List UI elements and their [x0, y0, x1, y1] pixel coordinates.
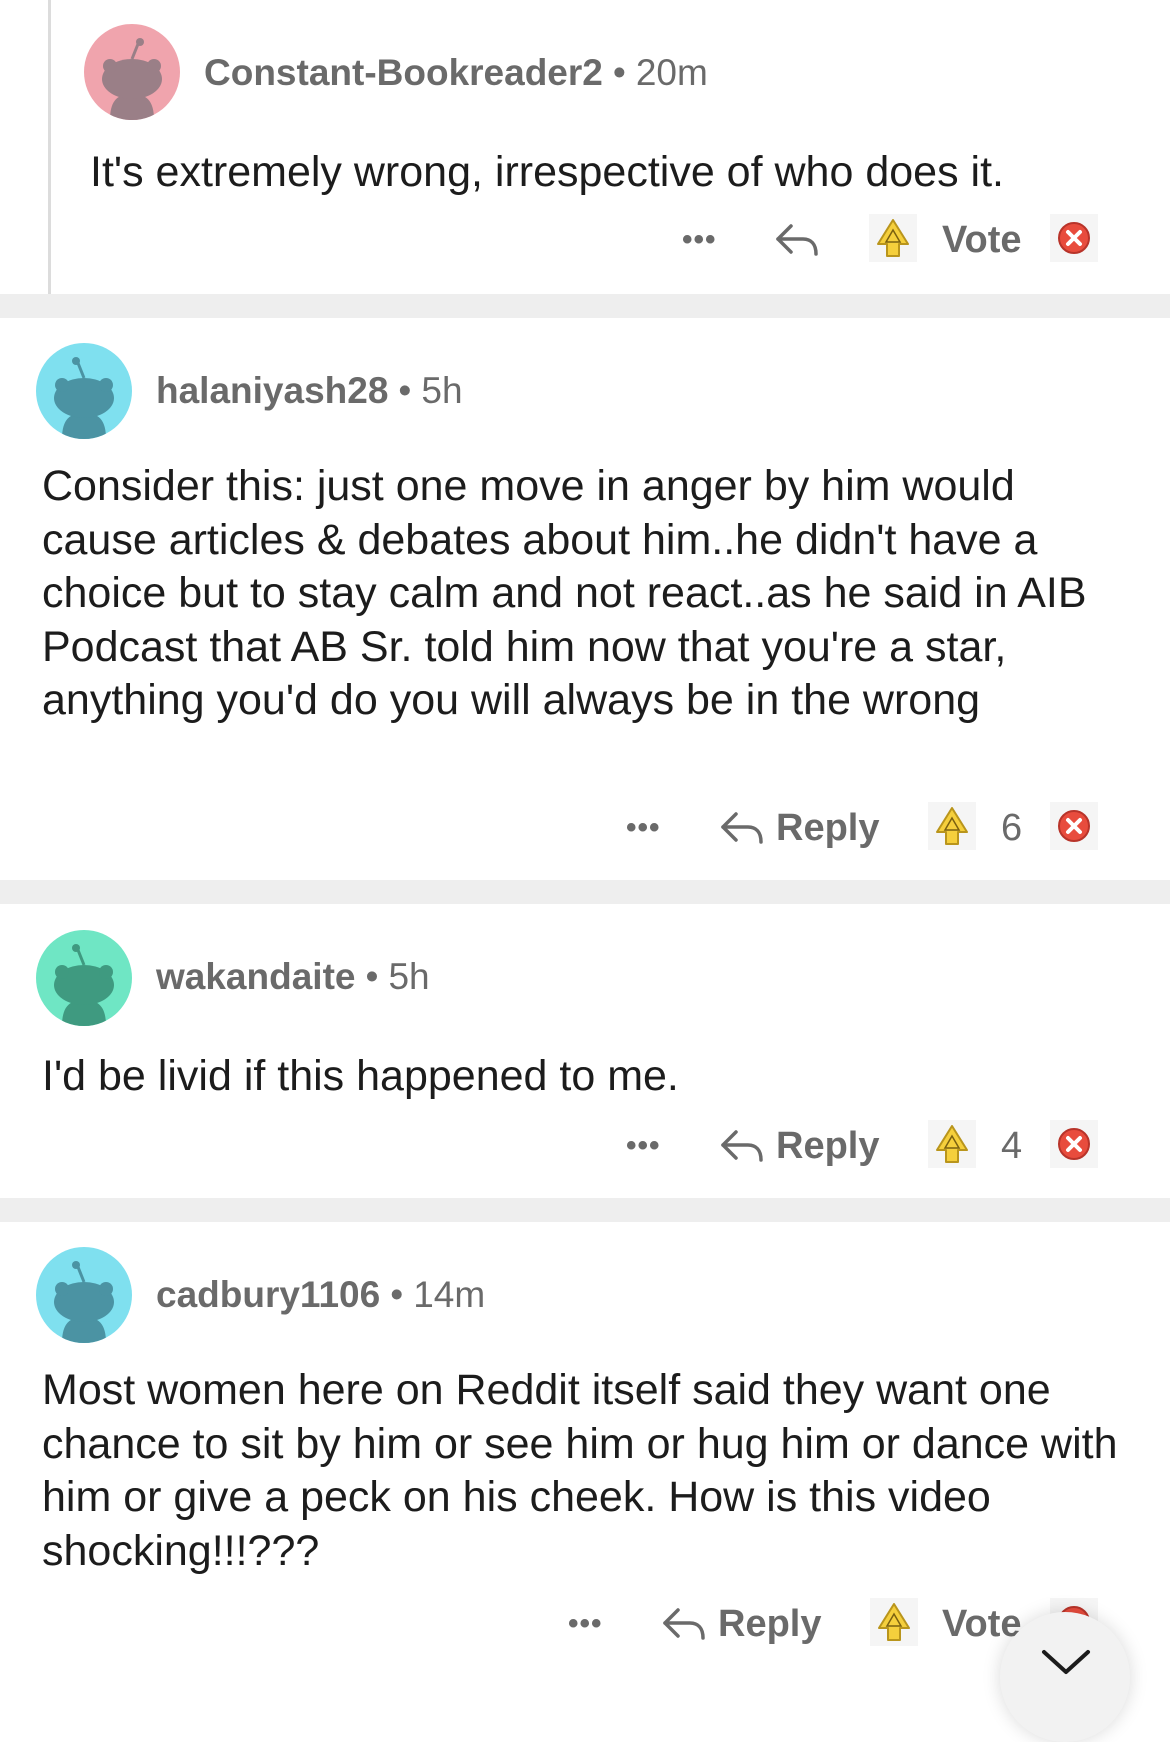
comment-body: Consider this: just one move in anger by… — [42, 462, 1087, 724]
comment-actions: ••• Reply Vote — [0, 1596, 1170, 1652]
more-options-button[interactable]: ••• — [568, 1596, 603, 1652]
upvote-icon — [936, 1125, 968, 1163]
comment-divider — [0, 294, 1170, 318]
upvote-icon — [936, 807, 968, 845]
comment-meta: Constant-Bookreader2 • 20m — [204, 52, 708, 94]
snoo-avatar-icon — [36, 1247, 132, 1343]
comment-body: I'd be livid if this happened to me. — [42, 1052, 679, 1100]
meta-separator: • — [365, 956, 379, 997]
more-options-button[interactable]: ••• — [626, 800, 661, 856]
downvote-icon — [1058, 1128, 1090, 1160]
upvote-icon — [878, 1603, 910, 1641]
reply-button[interactable]: Reply — [660, 1596, 821, 1652]
comment-card: wakandaite • 5h I'd be livid if this happe… — [0, 904, 1170, 1198]
comment-body: Most women here on Reddit itself said th… — [42, 1366, 1118, 1575]
comment-actions: ••• Reply 4 — [0, 1118, 1170, 1174]
snoo-avatar-icon — [36, 343, 132, 439]
comment-actions: ••• Vote — [0, 212, 1170, 268]
comment-meta: wakandaite • 5h — [156, 956, 430, 998]
reply-label: Reply — [776, 806, 880, 849]
username[interactable]: halaniyash28 — [156, 370, 388, 411]
username[interactable]: Constant-Bookreader2 — [204, 52, 603, 93]
snoo-avatar-icon — [84, 24, 180, 120]
more-options-button[interactable]: ••• — [626, 1118, 661, 1174]
upvote-button[interactable] — [870, 1598, 918, 1646]
timestamp: 5h — [421, 370, 463, 411]
reply-arrow-icon — [721, 812, 763, 844]
comment-divider — [0, 880, 1170, 904]
comment-card: halaniyash28 • 5h Consider this: just one … — [0, 318, 1170, 880]
more-options-button[interactable]: ••• — [682, 212, 717, 268]
username[interactable]: wakandaite — [156, 956, 355, 997]
user-avatar[interactable] — [36, 930, 132, 1026]
vote-count: 6 — [1001, 806, 1023, 849]
comment-card: cadbury1106 • 14m Most women here on Reddi… — [0, 1222, 1170, 1668]
meta-separator: • — [612, 52, 626, 93]
meta-separator: • — [390, 1274, 404, 1315]
timestamp: 14m — [413, 1274, 486, 1315]
comment-card: Constant-Bookreader2 • 20m It's extremely … — [0, 0, 1170, 294]
reply-arrow-icon — [663, 1608, 705, 1640]
downvote-icon — [1058, 810, 1090, 842]
downvote-icon — [1058, 222, 1090, 254]
chevron-down-icon — [1042, 1650, 1090, 1674]
upvote-icon — [877, 219, 909, 257]
reply-button[interactable]: Reply — [718, 1118, 879, 1174]
reply-label: Reply — [718, 1602, 822, 1645]
reply-arrow-icon — [776, 224, 818, 256]
comment-meta: cadbury1106 • 14m — [156, 1274, 485, 1316]
vote-count: 4 — [1001, 1124, 1023, 1167]
user-avatar[interactable] — [84, 24, 180, 120]
downvote-button[interactable] — [1050, 214, 1098, 262]
comment-meta: halaniyash28 • 5h — [156, 370, 463, 412]
user-avatar[interactable] — [36, 343, 132, 439]
username[interactable]: cadbury1106 — [156, 1274, 380, 1315]
comment-divider — [0, 1198, 1170, 1222]
comment-actions: ••• Reply 6 — [0, 800, 1170, 856]
reply-label: Reply — [776, 1124, 880, 1167]
upvote-button[interactable] — [928, 1120, 976, 1168]
downvote-button[interactable] — [1050, 802, 1098, 850]
upvote-button[interactable] — [928, 802, 976, 850]
user-avatar[interactable] — [36, 1247, 132, 1343]
meta-separator: • — [398, 370, 412, 411]
snoo-avatar-icon — [36, 930, 132, 1026]
scroll-down-button[interactable] — [1000, 1612, 1130, 1742]
vote-label: Vote — [942, 218, 1022, 261]
reply-button[interactable]: Reply — [718, 800, 879, 856]
comment-body: It's extremely wrong, irrespective of wh… — [90, 148, 1004, 196]
timestamp: 5h — [388, 956, 430, 997]
timestamp: 20m — [635, 52, 708, 93]
reply-button[interactable] — [773, 212, 821, 268]
upvote-button[interactable] — [869, 214, 917, 262]
reply-arrow-icon — [721, 1130, 763, 1162]
downvote-button[interactable] — [1050, 1120, 1098, 1168]
